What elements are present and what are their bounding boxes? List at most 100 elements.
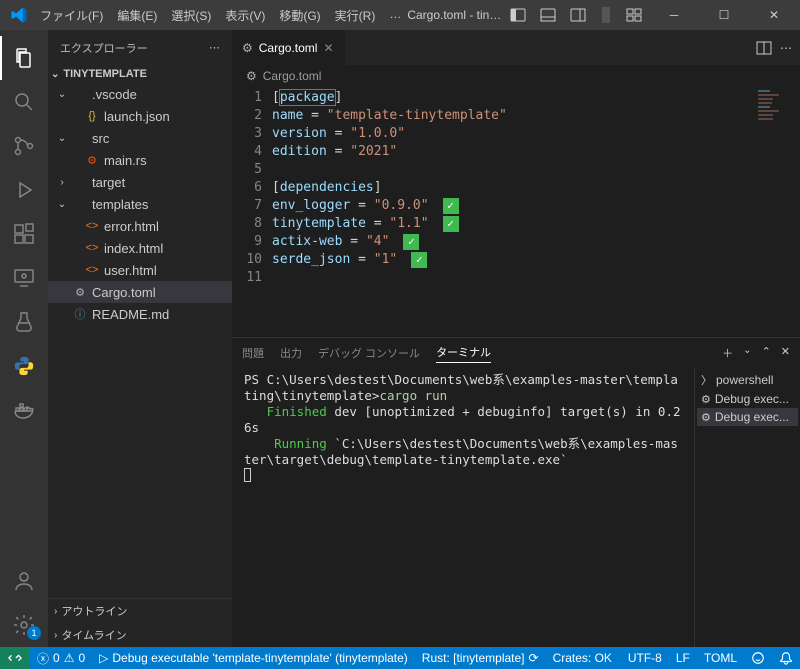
terminal-list-item[interactable]: ⚙Debug exec... [697,390,798,408]
window-maximize[interactable]: ☐ [702,4,746,26]
status-feedback-icon[interactable] [744,651,772,665]
window-minimize[interactable]: ─ [652,4,696,26]
activity-scm-icon[interactable] [0,124,48,168]
layout-bottom-icon[interactable] [536,3,560,27]
tree-folder[interactable]: ›target [48,171,232,193]
menu-item[interactable]: 選択(S) [165,3,217,28]
panel-tab[interactable]: デバッグ コンソール [318,345,420,361]
panel-close-icon[interactable]: ✕ [781,345,790,361]
sidebar-section-collapsed[interactable]: ›タイムライン [48,623,232,647]
folder-icon [72,130,88,146]
terminal-icon: 〉 [701,372,712,388]
tree-file[interactable]: <>error.html [48,215,232,237]
terminal-output[interactable]: PS C:\Users\destest\Documents\web系\examp… [232,368,694,647]
status-problems[interactable]: ⓧ0 ⚠0 [30,647,92,669]
terminal-icon: ⚙ [701,411,711,424]
activity-explorer-icon[interactable] [0,36,48,80]
chevron-icon: ⌄ [56,133,68,144]
tree-label: Cargo.toml [92,285,232,300]
tree-folder[interactable]: ⌄.vscode [48,83,232,105]
terminal-list: 〉 powershell ⚙Debug exec...⚙Debug exec... [694,368,800,647]
terminal-list-item[interactable]: 〉 powershell [697,370,798,390]
menu-item[interactable]: 編集(E) [111,3,163,28]
sidebar-more-icon[interactable]: ⋯ [209,41,220,54]
activity-settings-icon[interactable]: 1 [0,603,48,647]
file-icon: <> [84,262,100,278]
sidebar-project-heading[interactable]: ⌄ TINYTEMPLATE [48,65,232,83]
tree-file[interactable]: <>index.html [48,237,232,259]
tree-file[interactable]: <>user.html [48,259,232,281]
settings-badge: 1 [27,626,41,640]
tree-file[interactable]: ⚙Cargo.toml [48,281,232,303]
sidebar-title: エクスプローラー [60,40,148,56]
activity-search-icon[interactable] [0,80,48,124]
line-numbers: 1234567891011 [232,87,272,337]
layout-right-icon[interactable] [566,3,590,27]
activity-bar: 1 [0,30,48,647]
code-editor[interactable]: 1234567891011 [package]name = "template-… [232,87,800,337]
menu-item[interactable]: ファイル(F) [34,3,109,28]
terminal-label: powershell [716,373,773,387]
section-label: アウトライン [61,603,127,619]
status-eol[interactable]: LF [669,651,697,665]
folder-icon [72,174,88,190]
menu-item[interactable]: 実行(R) [329,3,382,28]
status-crates[interactable]: Crates: OK [546,647,619,669]
terminal-dropdown-icon[interactable]: ⌄ [743,345,751,361]
menu-bar: ファイル(F)編集(E)選択(S)表示(V)移動(G)実行(R)… [34,3,407,28]
panel-tab[interactable]: ターミナル [436,344,491,363]
activity-python-icon[interactable] [0,344,48,388]
activity-debug-icon[interactable] [0,168,48,212]
tree-file[interactable]: {}launch.json [48,105,232,127]
status-notifications-icon[interactable] [772,651,800,665]
activity-remote-icon[interactable] [0,256,48,300]
customize-layout-icon[interactable] [622,3,646,27]
panel-tab[interactable]: 問題 [242,345,264,361]
breadcrumb-label: Cargo.toml [263,69,322,83]
sidebar-footer: ›アウトライン›タイムライン [48,598,232,647]
code-content[interactable]: [package]name = "template-tinytemplate"v… [272,87,760,337]
layout-left-icon[interactable] [506,3,530,27]
menu-item[interactable]: 表示(V) [219,3,271,28]
error-icon: ⓧ [37,650,49,667]
terminal-list-item[interactable]: ⚙Debug exec... [697,408,798,426]
minimap-preview [758,90,788,130]
activity-docker-icon[interactable] [0,388,48,432]
tab-close-icon[interactable]: ✕ [323,41,333,55]
menu-item[interactable]: 移動(G) [273,3,326,28]
window-close[interactable]: ✕ [752,4,796,26]
panel-maximize-icon[interactable]: ⌃ [762,345,771,361]
tree-label: error.html [104,219,232,234]
status-encoding[interactable]: UTF-8 [621,651,669,665]
status-language[interactable]: TOML [697,651,744,665]
separator [602,7,610,23]
tree-label: main.rs [104,153,232,168]
tree-folder[interactable]: ⌄src [48,127,232,149]
panel-tab[interactable]: 出力 [280,345,302,361]
status-remote-icon[interactable] [0,647,30,669]
sidebar-section-collapsed[interactable]: ›アウトライン [48,599,232,623]
breadcrumb[interactable]: ⚙ Cargo.toml [232,65,800,87]
file-icon: {} [84,108,100,124]
chevron-icon: › [56,177,68,188]
error-count: 0 [53,651,60,665]
tree-file[interactable]: ⓘREADME.md [48,303,232,325]
activity-account-icon[interactable] [0,559,48,603]
terminal-icon: ⚙ [701,393,711,406]
status-rust-analyzer[interactable]: Rust: [tinytemplate]⟳ [415,647,546,669]
activity-extensions-icon[interactable] [0,212,48,256]
new-terminal-icon[interactable]: ＋ [722,345,733,361]
tree-label: index.html [104,241,232,256]
status-debug-target[interactable]: ▷ Debug executable 'template-tinytemplat… [92,647,415,669]
folder-icon [72,196,88,212]
editor-more-icon[interactable]: ⋯ [780,41,792,55]
split-editor-icon[interactable] [756,40,772,56]
play-icon: ▷ [99,651,108,665]
spinner-icon: ⟳ [529,651,539,665]
tab-cargo-toml[interactable]: ⚙ Cargo.toml ✕ [232,30,345,65]
menu-item[interactable]: … [383,3,407,28]
tree-folder[interactable]: ⌄templates [48,193,232,215]
tree-file[interactable]: ⚙main.rs [48,149,232,171]
activity-testing-icon[interactable] [0,300,48,344]
chevron-icon: ⌄ [56,199,68,210]
